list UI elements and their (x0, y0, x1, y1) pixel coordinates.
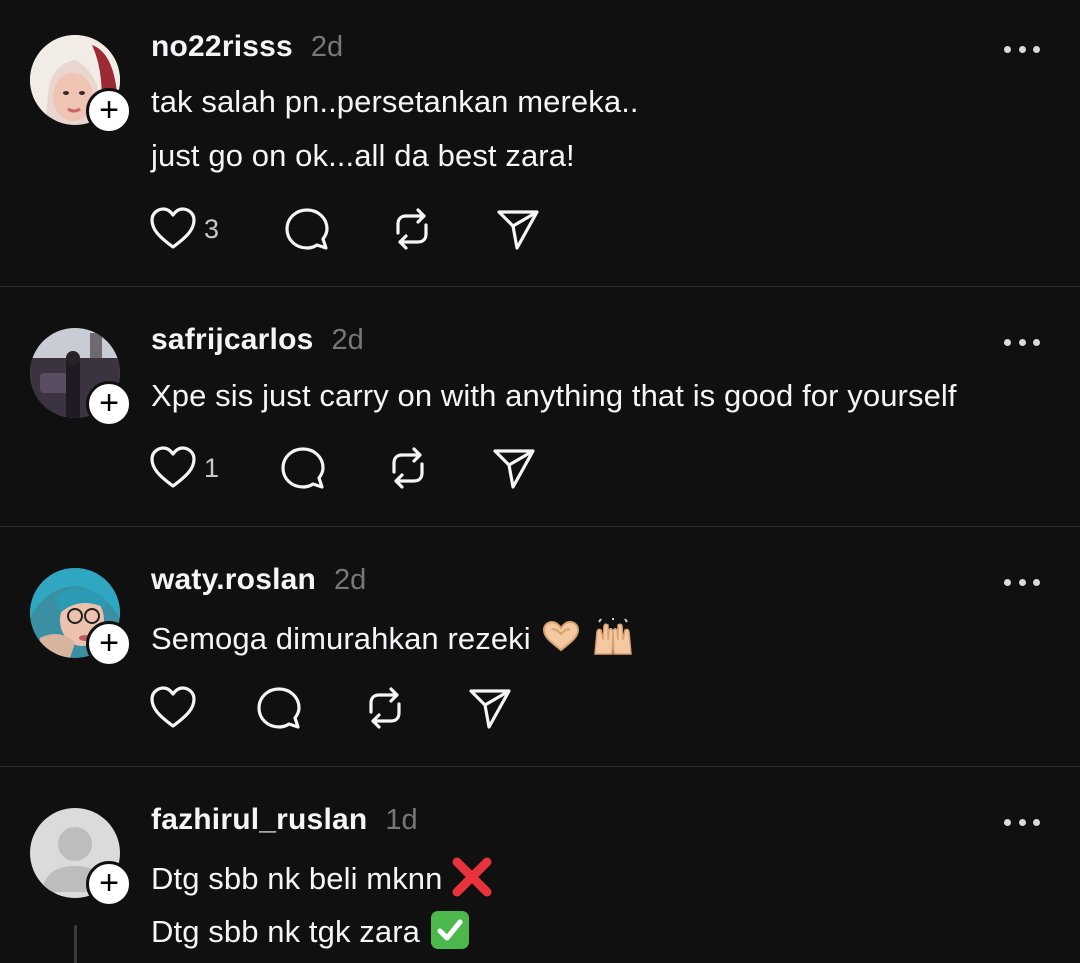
post-waty-roslan: + waty.roslan 2d Semoga dimurahkan rezek… (0, 527, 1080, 766)
check-mark-emoji-icon (430, 910, 470, 958)
username[interactable]: no22risss (151, 30, 293, 64)
post-text: Semoga dimurahkan rezeki (151, 621, 531, 657)
send-icon (493, 449, 535, 489)
plus-icon: + (99, 863, 119, 902)
share-button[interactable] (468, 686, 512, 730)
post-fazhirul-ruslan: + fazhirul_ruslan 1d Dtg sbb nk beli mkn… (0, 767, 1080, 963)
username[interactable]: waty.roslan (151, 563, 316, 597)
username[interactable]: safrijcarlos (151, 323, 314, 357)
timestamp: 2d (331, 324, 364, 356)
heart-icon (150, 446, 196, 488)
repost-icon (396, 208, 428, 250)
follow-button[interactable]: + (86, 88, 132, 134)
repost-button[interactable] (386, 446, 430, 490)
heart-icon (150, 207, 196, 249)
post-text-line: Dtg sbb nk tgk zara (151, 910, 470, 958)
send-icon (497, 210, 539, 250)
repost-button[interactable] (363, 686, 407, 730)
like-count: 1 (204, 452, 220, 483)
heart-hands-emoji-icon (541, 620, 581, 662)
post-text: Dtg sbb nk tgk zara (151, 914, 420, 950)
reply-button[interactable] (285, 207, 329, 251)
share-button[interactable] (492, 446, 536, 490)
send-icon (469, 689, 511, 729)
more-options-icon[interactable] (1004, 44, 1040, 54)
post-text-line: tak salah pn..persetankan mereka.. (151, 84, 639, 119)
plus-icon: + (99, 623, 119, 662)
timestamp: 2d (310, 31, 344, 63)
timestamp: 2d (334, 564, 367, 596)
heart-icon (150, 686, 196, 728)
reply-button[interactable] (281, 446, 325, 490)
repost-icon (392, 447, 424, 489)
post-no22risss: + no22risss 2d tak salah pn..persetankan… (0, 0, 1080, 286)
repost-button[interactable] (390, 207, 434, 251)
post-text-line: just go on ok...all da best zara! (151, 138, 575, 173)
follow-button[interactable]: + (86, 381, 132, 427)
post-text-line: Semoga dimurahkan rezeki (151, 618, 635, 664)
reply-button[interactable] (257, 686, 301, 730)
like-button[interactable]: 3 (150, 207, 219, 251)
post-header: waty.roslan 2d (151, 563, 366, 603)
more-options-icon[interactable] (1004, 577, 1040, 587)
post-text: Dtg sbb nk beli mknn (151, 861, 443, 897)
post-header: fazhirul_ruslan 1d (151, 803, 418, 843)
like-button[interactable] (150, 686, 196, 730)
plus-icon: + (99, 383, 119, 422)
timestamp: 1d (385, 804, 418, 836)
like-count: 3 (204, 213, 220, 244)
follow-button[interactable]: + (86, 621, 132, 667)
more-options-icon[interactable] (1004, 817, 1040, 827)
repost-icon (369, 687, 401, 729)
post-safrijcarlos: + safrijcarlos 2d Xpe sis just carry on … (0, 287, 1080, 526)
share-button[interactable] (496, 207, 540, 251)
follow-button[interactable]: + (86, 861, 132, 907)
thread-line (74, 925, 77, 963)
cross-mark-emoji-icon (452, 857, 492, 905)
username[interactable]: fazhirul_ruslan (151, 803, 367, 837)
more-options-icon[interactable] (1004, 337, 1040, 347)
plus-icon: + (99, 90, 119, 129)
like-button[interactable]: 1 (150, 446, 219, 490)
post-text-line: Xpe sis just carry on with anything that… (151, 378, 957, 413)
comment-icon (257, 687, 301, 729)
comment-icon (285, 208, 329, 250)
post-text-line: Dtg sbb nk beli mknn (151, 857, 492, 905)
comment-icon (281, 447, 325, 489)
post-header: safrijcarlos 2d (151, 323, 364, 363)
post-header: no22risss 2d (151, 30, 343, 70)
raising-hands-emoji-icon (591, 618, 635, 664)
